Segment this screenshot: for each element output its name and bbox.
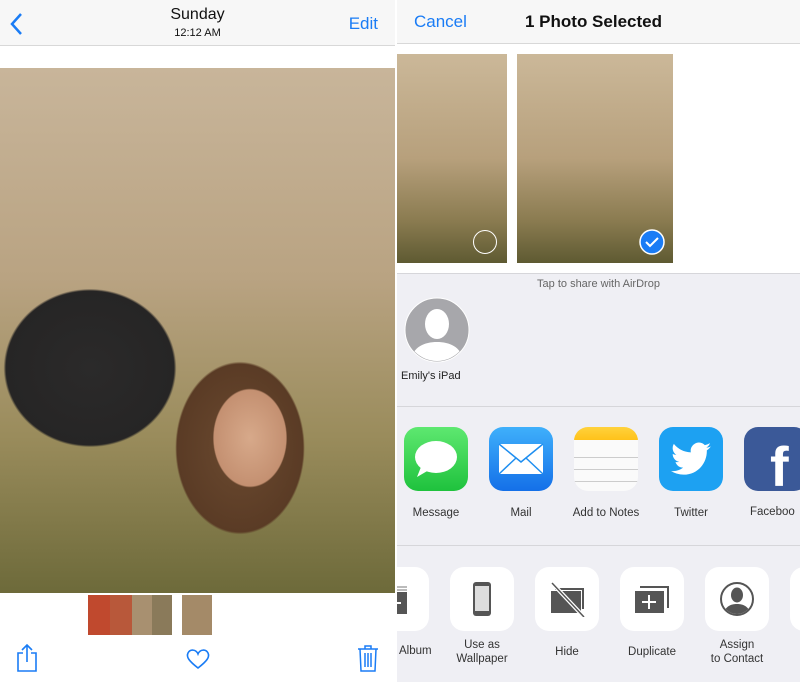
facebook-icon: f	[770, 435, 789, 492]
thumbnail-strip[interactable]	[88, 595, 212, 635]
airdrop-hint: Tap to share with AirDrop	[537, 278, 660, 290]
main-photo[interactable]	[0, 68, 395, 593]
unselected-circle-icon[interactable]	[473, 230, 497, 254]
action-hide[interactable]: Hide	[535, 567, 599, 658]
trash-icon[interactable]	[357, 644, 379, 672]
thumbnail[interactable]	[132, 595, 152, 635]
heart-icon[interactable]	[185, 648, 211, 670]
photo-viewer: Sunday 12:12 AM Edit	[0, 0, 395, 682]
app-message[interactable]: Message	[404, 427, 468, 519]
app-twitter[interactable]: Twitter	[659, 427, 723, 519]
cancel-button[interactable]: Cancel	[414, 12, 467, 32]
selection-title: 1 Photo Selected	[525, 12, 662, 31]
message-icon	[415, 441, 457, 477]
action-assign-contact[interactable]: Assign to Contact	[705, 567, 769, 665]
edit-button[interactable]: Edit	[349, 14, 378, 34]
app-notes[interactable]: Add to Notes	[573, 427, 639, 519]
thumbnail[interactable]	[110, 595, 132, 635]
app-facebook[interactable]: f Faceboo	[744, 427, 800, 518]
time-subtitle: 12:12 AM	[174, 27, 221, 39]
person-avatar-icon	[404, 297, 470, 363]
duplicate-icon	[635, 586, 669, 613]
twitter-bird-icon	[671, 442, 711, 475]
album-icon	[397, 586, 407, 614]
mail-icon	[498, 443, 544, 475]
contact-icon	[720, 582, 754, 616]
photo-option[interactable]	[397, 54, 507, 263]
photo-option-selected[interactable]	[517, 54, 673, 263]
hide-icon	[550, 581, 585, 617]
nav-bar: Sunday 12:12 AM Edit	[0, 0, 395, 46]
action-album[interactable]: Album	[397, 567, 432, 657]
share-sheet: Cancel 1 Photo Selected Tap to share wit…	[397, 0, 800, 682]
airdrop-device[interactable]: Emily's iPad	[401, 297, 484, 382]
thumbnail[interactable]	[152, 595, 172, 635]
phone-icon	[473, 582, 491, 616]
date-title: Sunday	[170, 6, 225, 23]
app-mail[interactable]: Mail	[489, 427, 553, 519]
action-more[interactable]	[790, 567, 800, 631]
share-header: Cancel 1 Photo Selected	[397, 0, 800, 44]
action-duplicate[interactable]: Duplicate	[620, 567, 684, 658]
share-icon[interactable]	[15, 643, 39, 673]
notes-icon	[574, 427, 638, 491]
thumbnail-current[interactable]	[182, 595, 212, 635]
thumbnail[interactable]	[88, 595, 110, 635]
checkmark-icon[interactable]	[639, 229, 665, 255]
action-wallpaper[interactable]: Use as Wallpaper	[450, 567, 514, 665]
device-label: Emily's iPad	[401, 370, 461, 382]
